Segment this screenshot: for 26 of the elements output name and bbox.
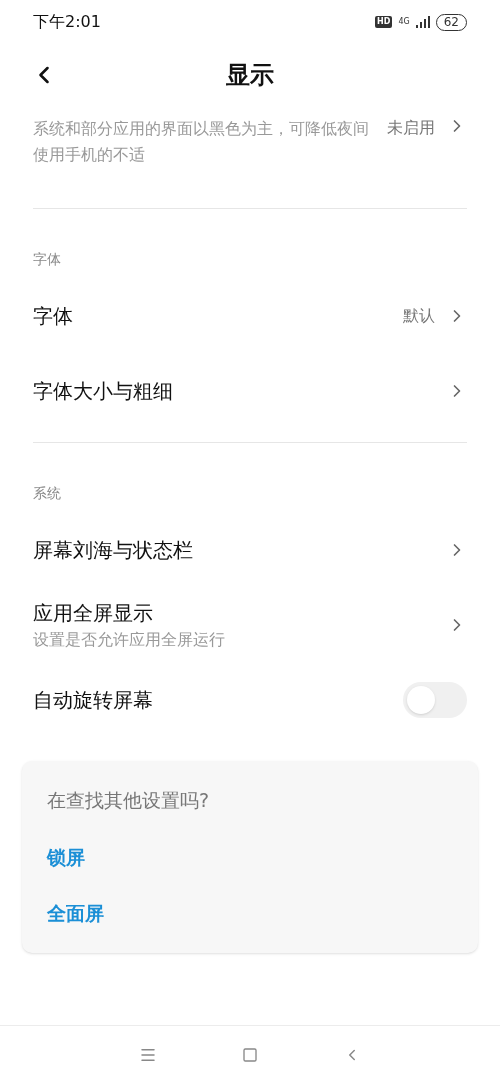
settings-item[interactable]: 字体 默认 (0, 278, 500, 353)
item-label: 自动旋转屏幕 (33, 686, 154, 714)
status-time: 下午2:01 (33, 11, 101, 33)
item-label: 屏幕刘海与状态栏 (33, 536, 194, 564)
item-subtitle: 设置是否允许应用全屏运行 (33, 628, 226, 651)
settings-item[interactable]: 应用全屏显示 设置是否允许应用全屏运行 (0, 587, 500, 662)
settings-item[interactable]: 自动旋转屏幕 (0, 662, 500, 737)
item-label: 应用全屏显示 (33, 599, 154, 627)
settings-item[interactable]: 系统和部分应用的界面以黑色为主，可降低夜间使用手机的不适 未启用 (0, 106, 500, 208)
hd-badge: HD (375, 16, 393, 28)
section-header: 字体 (32, 250, 62, 269)
toggle-switch[interactable] (403, 681, 467, 718)
item-value: 未启用 (387, 117, 435, 139)
item-value: 默认 (403, 304, 435, 327)
network-label: 4G (398, 18, 410, 26)
menu-icon[interactable] (139, 1046, 157, 1064)
home-icon[interactable] (242, 1047, 258, 1063)
item-subtitle: 系统和部分应用的界面以黑色为主，可降低夜间使用手机的不适 (33, 118, 370, 166)
page-title: 显示 (226, 60, 274, 91)
item-label: 字体 (33, 302, 74, 330)
item-label: 字体大小与粗细 (33, 377, 174, 405)
signal-icon (415, 16, 430, 28)
section-header: 系统 (32, 484, 62, 503)
settings-item[interactable]: 屏幕刘海与状态栏 (0, 512, 500, 587)
card-title: 在查找其他设置吗? (47, 788, 211, 813)
settings-item[interactable]: 字体大小与粗细 (0, 353, 500, 428)
